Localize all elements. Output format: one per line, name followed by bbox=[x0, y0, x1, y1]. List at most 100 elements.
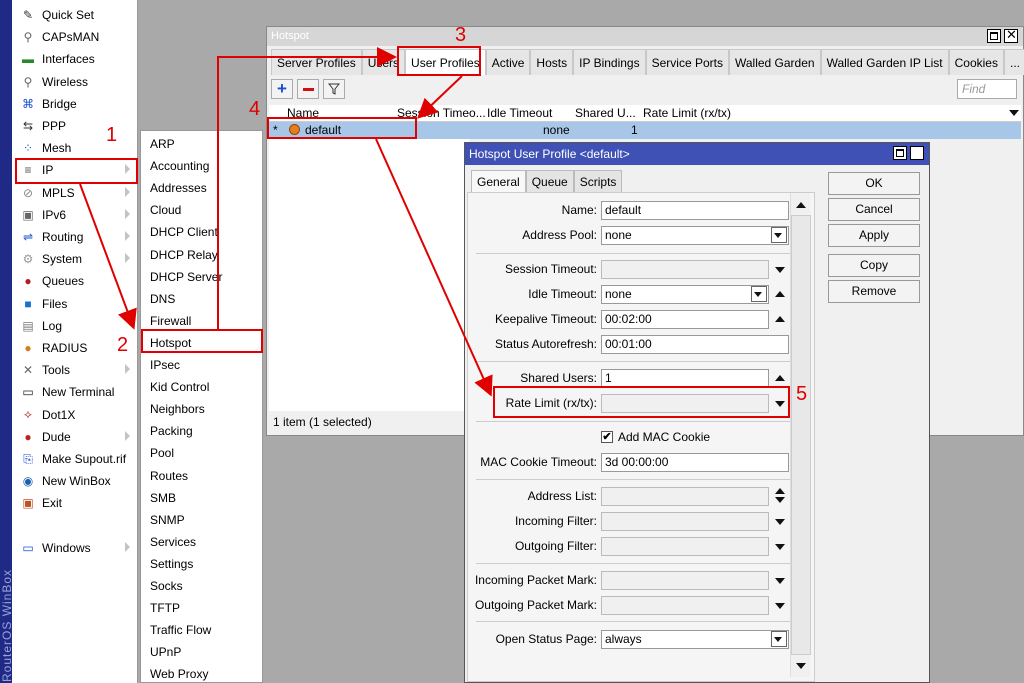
remove-icon[interactable] bbox=[297, 79, 319, 99]
form-scrollbar[interactable] bbox=[790, 193, 811, 677]
status-autorefresh-field[interactable]: 00:01:00 bbox=[601, 335, 789, 354]
copy-button[interactable]: Copy bbox=[828, 254, 920, 277]
submenu-item-settings[interactable]: Settings bbox=[150, 553, 193, 575]
add-mac-cookie-checkbox[interactable]: ✔ bbox=[601, 431, 613, 443]
submenu-item-arp[interactable]: ARP bbox=[150, 133, 175, 155]
keepalive-timeout-remove-icon[interactable] bbox=[775, 316, 785, 322]
outgoing-filter-dropdown-icon[interactable] bbox=[775, 544, 785, 550]
close-icon[interactable]: ✕ bbox=[910, 145, 924, 160]
submenu-item-snmp[interactable]: SNMP bbox=[150, 509, 185, 531]
col-rate-limit[interactable]: Rate Limit (rx/tx) bbox=[643, 106, 753, 120]
idle-timeout-dropdown-button[interactable] bbox=[751, 286, 767, 302]
keepalive-timeout-field[interactable]: 00:02:00 bbox=[601, 310, 769, 329]
session-timeout-field[interactable] bbox=[601, 260, 769, 279]
incoming-filter-field[interactable] bbox=[601, 512, 769, 531]
menu-item-dude[interactable]: ● Dude bbox=[12, 426, 138, 448]
menu-item-routing[interactable]: ⇌ Routing bbox=[12, 226, 138, 248]
menu-item-system[interactable]: ⚙ System bbox=[12, 248, 138, 270]
submenu-item-dhcp-server[interactable]: DHCP Server bbox=[150, 266, 222, 288]
scroll-thumb[interactable] bbox=[791, 215, 811, 655]
filter-icon[interactable] bbox=[323, 79, 345, 99]
tab-walled-garden-ip-list[interactable]: Walled Garden IP List bbox=[820, 49, 949, 75]
menu-item-wireless[interactable]: ⚲ Wireless bbox=[12, 71, 138, 93]
submenu-item-packing[interactable]: Packing bbox=[150, 420, 193, 442]
address-list-down-icon[interactable] bbox=[775, 497, 785, 503]
menu-item-new-terminal[interactable]: ▭ New Terminal bbox=[12, 381, 138, 403]
tab-service-ports[interactable]: Service Ports bbox=[645, 49, 729, 75]
add-icon[interactable]: + bbox=[271, 79, 293, 99]
apply-button[interactable]: Apply bbox=[828, 224, 920, 247]
menu-item-make-supout-rif[interactable]: ⎘ Make Supout.rif bbox=[12, 448, 138, 470]
menu-item-quick-set[interactable]: ✎ Quick Set bbox=[12, 4, 138, 26]
incoming-packet-mark-field[interactable] bbox=[601, 571, 769, 590]
tab-general[interactable]: General bbox=[471, 170, 526, 192]
close-icon[interactable]: ✕ bbox=[1004, 28, 1018, 43]
hotspot-titlebar[interactable]: Hotspot ✕ bbox=[267, 27, 1023, 46]
outgoing-packet-mark-field[interactable] bbox=[601, 596, 769, 615]
submenu-item-dhcp-client[interactable]: DHCP Client bbox=[150, 221, 218, 243]
menu-item-files[interactable]: ■ Files bbox=[12, 293, 138, 315]
find-input[interactable]: Find bbox=[957, 79, 1017, 99]
submenu-item-routes[interactable]: Routes bbox=[150, 465, 188, 487]
tab-hosts[interactable]: Hosts bbox=[530, 49, 574, 75]
submenu-item-dhcp-relay[interactable]: DHCP Relay bbox=[150, 244, 218, 266]
address-pool-dropdown-button[interactable] bbox=[771, 227, 787, 243]
menu-item-ppp[interactable]: ⇆ PPP bbox=[12, 115, 138, 137]
scroll-up-icon[interactable] bbox=[796, 202, 806, 208]
ok-button[interactable]: OK bbox=[828, 172, 920, 195]
submenu-item-smb[interactable]: SMB bbox=[150, 487, 176, 509]
col-shared-users[interactable]: Shared U... bbox=[575, 106, 641, 120]
menu-item-tools[interactable]: ✕ Tools bbox=[12, 359, 138, 381]
menu-item-mpls[interactable]: ⊘ MPLS bbox=[12, 182, 138, 204]
menu-item-mesh[interactable]: ⁘ Mesh bbox=[12, 137, 138, 159]
submenu-item-services[interactable]: Services bbox=[150, 531, 196, 553]
col-idle-timeout[interactable]: Idle Timeout bbox=[487, 106, 573, 120]
tab-scripts[interactable]: Scripts bbox=[573, 170, 623, 192]
idle-timeout-remove-icon[interactable] bbox=[775, 291, 785, 297]
scroll-down-icon[interactable] bbox=[796, 663, 806, 669]
session-timeout-dropdown-icon[interactable] bbox=[775, 267, 785, 273]
menu-item-capsman[interactable]: ⚲ CAPsMAN bbox=[12, 26, 138, 48]
address-list-field[interactable] bbox=[601, 487, 769, 506]
tab-ip-bindings[interactable]: IP Bindings bbox=[573, 49, 646, 75]
menu-item-windows[interactable]: ▭ Windows bbox=[12, 537, 138, 559]
remove-button[interactable]: Remove bbox=[828, 280, 920, 303]
address-pool-field[interactable]: none bbox=[601, 226, 789, 245]
tab-queue[interactable]: Queue bbox=[525, 170, 574, 192]
tab-active[interactable]: Active bbox=[485, 49, 531, 75]
submenu-item-tftp[interactable]: TFTP bbox=[150, 597, 180, 619]
tab-[interactable]: ... bbox=[1003, 49, 1024, 75]
submenu-item-web-proxy[interactable]: Web Proxy bbox=[150, 663, 208, 683]
address-list-up-icon[interactable] bbox=[775, 488, 785, 494]
open-status-page-dropdown-button[interactable] bbox=[771, 631, 787, 647]
shared-users-remove-icon[interactable] bbox=[775, 375, 785, 381]
submenu-item-addresses[interactable]: Addresses bbox=[150, 177, 207, 199]
maximize-icon[interactable] bbox=[893, 146, 907, 160]
submenu-item-dns[interactable]: DNS bbox=[150, 288, 175, 310]
submenu-item-accounting[interactable]: Accounting bbox=[150, 155, 209, 177]
incoming-filter-dropdown-icon[interactable] bbox=[775, 519, 785, 525]
menu-item-new-winbox[interactable]: ◉ New WinBox bbox=[12, 470, 138, 492]
outgoing-packet-mark-dropdown-icon[interactable] bbox=[775, 603, 785, 609]
menu-item-bridge[interactable]: ⌘ Bridge bbox=[12, 93, 138, 115]
tab-walled-garden[interactable]: Walled Garden bbox=[728, 49, 821, 75]
menu-item-ipv6[interactable]: ▣ IPv6 bbox=[12, 204, 138, 226]
idle-timeout-field[interactable]: none bbox=[601, 285, 769, 304]
tab-server-profiles[interactable]: Server Profiles bbox=[271, 49, 362, 75]
cancel-button[interactable]: Cancel bbox=[828, 198, 920, 221]
mac-cookie-timeout-field[interactable]: 3d 00:00:00 bbox=[601, 453, 789, 472]
maximize-icon[interactable] bbox=[987, 29, 1001, 43]
menu-item-queues[interactable]: ● Queues bbox=[12, 270, 138, 292]
submenu-item-ipsec[interactable]: IPsec bbox=[150, 354, 180, 376]
dialog-titlebar[interactable]: Hotspot User Profile <default> ✕ bbox=[465, 143, 929, 165]
submenu-item-upnp[interactable]: UPnP bbox=[150, 641, 181, 663]
tab-cookies[interactable]: Cookies bbox=[948, 49, 1004, 75]
outgoing-filter-field[interactable] bbox=[601, 537, 769, 556]
submenu-item-traffic-flow[interactable]: Traffic Flow bbox=[150, 619, 211, 641]
incoming-packet-mark-dropdown-icon[interactable] bbox=[775, 578, 785, 584]
menu-item-exit[interactable]: ▣ Exit bbox=[12, 492, 138, 514]
submenu-item-cloud[interactable]: Cloud bbox=[150, 199, 181, 221]
submenu-item-neighbors[interactable]: Neighbors bbox=[150, 398, 205, 420]
menu-item-dot1x[interactable]: ⟡ Dot1X bbox=[12, 404, 138, 426]
open-status-page-field[interactable]: always bbox=[601, 630, 789, 649]
